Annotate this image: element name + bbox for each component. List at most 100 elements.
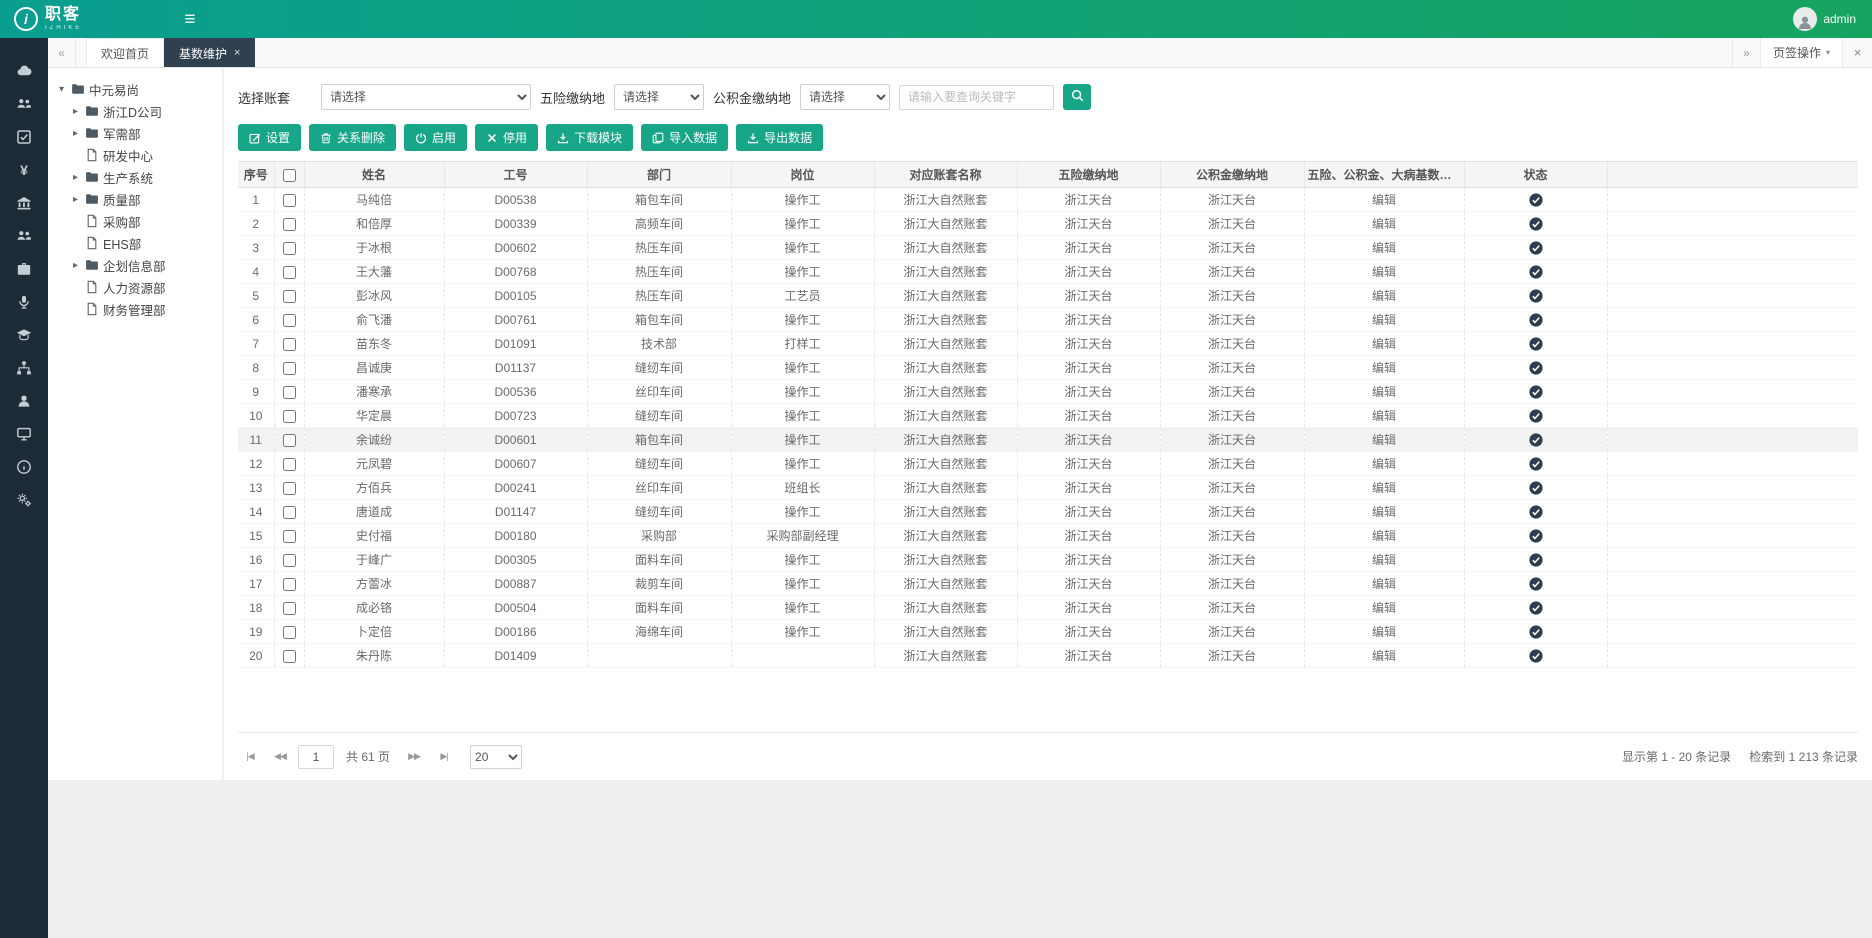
menu-toggle-icon[interactable]: ≡ <box>184 10 195 29</box>
row-checkbox[interactable] <box>283 434 296 447</box>
row-checkbox[interactable] <box>283 602 296 615</box>
edit-link[interactable]: 编辑 <box>1372 337 1396 351</box>
team-icon[interactable] <box>0 87 48 120</box>
row-checkbox[interactable] <box>283 650 296 663</box>
salary-icon[interactable]: ¥ <box>0 153 48 186</box>
check-circle-icon[interactable] <box>1529 408 1543 422</box>
table-row[interactable]: 19卜定倍D00186海绵车间操作工浙江大自然账套浙江天台浙江天台编辑 <box>238 620 1858 644</box>
edit-link[interactable]: 编辑 <box>1372 409 1396 423</box>
tab-operations-dropdown[interactable]: 页签操作 ▾ <box>1760 38 1842 67</box>
edit-link[interactable]: 编辑 <box>1372 241 1396 255</box>
edit-link[interactable]: 编辑 <box>1372 649 1396 663</box>
relation-delete-button[interactable]: 关系删除 <box>309 124 396 151</box>
edit-link[interactable]: 编辑 <box>1372 529 1396 543</box>
caret-right-icon[interactable]: ▸ <box>70 260 81 271</box>
info-icon[interactable] <box>0 450 48 483</box>
check-circle-icon[interactable] <box>1529 480 1543 494</box>
check-circle-icon[interactable] <box>1529 288 1543 302</box>
check-circle-icon[interactable] <box>1529 648 1543 662</box>
tasks-icon[interactable] <box>0 120 48 153</box>
tree-item[interactable]: 采购部 <box>70 210 214 232</box>
edit-link[interactable]: 编辑 <box>1372 601 1396 615</box>
tab-1[interactable]: 基数维护× <box>164 38 255 67</box>
check-circle-icon[interactable] <box>1529 456 1543 470</box>
tree-item[interactable]: 财务管理部 <box>70 298 214 320</box>
tree-item[interactable]: ▸浙江D公司 <box>70 100 214 122</box>
search-button[interactable] <box>1063 84 1091 110</box>
download-template-button[interactable]: 下载模块 <box>546 124 633 151</box>
tabs-scroll-left-icon[interactable]: « <box>48 38 76 67</box>
row-checkbox[interactable] <box>283 554 296 567</box>
row-checkbox[interactable] <box>283 410 296 423</box>
tabs-scroll-right-icon[interactable]: » <box>1732 38 1760 67</box>
last-page-button[interactable]: ▶| <box>432 745 456 769</box>
caret-right-icon[interactable]: ▸ <box>70 128 81 139</box>
row-checkbox[interactable] <box>283 242 296 255</box>
next-page-button[interactable]: ▶▶ <box>402 745 426 769</box>
monitor-icon[interactable] <box>0 417 48 450</box>
training-icon[interactable] <box>0 285 48 318</box>
tree-item[interactable]: 人力资源部 <box>70 276 214 298</box>
row-checkbox[interactable] <box>283 530 296 543</box>
edit-link[interactable]: 编辑 <box>1372 577 1396 591</box>
search-input[interactable] <box>899 85 1054 110</box>
caret-right-icon[interactable]: ▸ <box>70 172 81 183</box>
check-circle-icon[interactable] <box>1529 528 1543 542</box>
table-row[interactable]: 9潘寒承D00536丝印车间操作工浙江大自然账套浙江天台浙江天台编辑 <box>238 380 1858 404</box>
user-menu[interactable]: admin <box>1793 7 1872 31</box>
check-circle-icon[interactable] <box>1529 360 1543 374</box>
table-row[interactable]: 12元凤碧D00607缝纫车间操作工浙江大自然账套浙江天台浙江天台编辑 <box>238 452 1858 476</box>
edit-link[interactable]: 编辑 <box>1372 505 1396 519</box>
table-row[interactable]: 3于冰根D00602热压车间操作工浙江大自然账套浙江天台浙江天台编辑 <box>238 236 1858 260</box>
prev-page-button[interactable]: ◀◀ <box>268 745 292 769</box>
table-row[interactable]: 15史付福D00180采购部采购部副经理浙江大自然账套浙江天台浙江天台编辑 <box>238 524 1858 548</box>
check-circle-icon[interactable] <box>1529 552 1543 566</box>
close-tabs-icon[interactable]: × <box>1842 38 1872 67</box>
row-checkbox[interactable] <box>283 338 296 351</box>
edit-link[interactable]: 编辑 <box>1372 289 1396 303</box>
check-circle-icon[interactable] <box>1529 264 1543 278</box>
table-row[interactable]: 18成必铬D00504面料车间操作工浙江大自然账套浙江天台浙江天台编辑 <box>238 596 1858 620</box>
import-data-button[interactable]: 导入数据 <box>641 124 728 151</box>
tree-root[interactable]: ▾ 中元易尚 <box>56 78 214 100</box>
row-checkbox[interactable] <box>283 386 296 399</box>
check-circle-icon[interactable] <box>1529 384 1543 398</box>
tree-item[interactable]: 研发中心 <box>70 144 214 166</box>
edit-link[interactable]: 编辑 <box>1372 313 1396 327</box>
check-circle-icon[interactable] <box>1529 504 1543 518</box>
table-row[interactable]: 6俞飞潘D00761箱包车间操作工浙江大自然账套浙江天台浙江天台编辑 <box>238 308 1858 332</box>
edit-link[interactable]: 编辑 <box>1372 385 1396 399</box>
bank-icon[interactable] <box>0 186 48 219</box>
check-circle-icon[interactable] <box>1529 624 1543 638</box>
row-checkbox[interactable] <box>283 458 296 471</box>
disable-button[interactable]: 停用 <box>475 124 538 151</box>
tree-item[interactable]: ▸质量部 <box>70 188 214 210</box>
table-row[interactable]: 14唐道成D01147缝纫车间操作工浙江大自然账套浙江天台浙江天台编辑 <box>238 500 1858 524</box>
briefcase-icon[interactable] <box>0 252 48 285</box>
edit-link[interactable]: 编辑 <box>1372 553 1396 567</box>
table-row[interactable]: 8昌诚庚D01137缝纫车间操作工浙江大自然账套浙江天台浙江天台编辑 <box>238 356 1858 380</box>
table-row[interactable]: 20朱丹陈D01409浙江大自然账套浙江天台浙江天台编辑 <box>238 644 1858 668</box>
row-checkbox[interactable] <box>283 362 296 375</box>
check-circle-icon[interactable] <box>1529 576 1543 590</box>
check-circle-icon[interactable] <box>1529 336 1543 350</box>
table-row[interactable]: 2和倍厚D00339高频车间操作工浙江大自然账套浙江天台浙江天台编辑 <box>238 212 1858 236</box>
page-size-select[interactable]: 20 <box>470 745 522 769</box>
check-circle-icon[interactable] <box>1529 240 1543 254</box>
edit-link[interactable]: 编辑 <box>1372 625 1396 639</box>
account-select[interactable]: 请选择 <box>321 84 531 110</box>
table-row[interactable]: 5彭冰风D00105热压车间工艺员浙江大自然账套浙江天台浙江天台编辑 <box>238 284 1858 308</box>
row-checkbox[interactable] <box>283 506 296 519</box>
user-icon[interactable] <box>0 384 48 417</box>
caret-down-icon[interactable]: ▾ <box>56 84 67 95</box>
caret-right-icon[interactable]: ▸ <box>70 194 81 205</box>
edit-link[interactable]: 编辑 <box>1372 193 1396 207</box>
check-circle-icon[interactable] <box>1529 192 1543 206</box>
edit-link[interactable]: 编辑 <box>1372 217 1396 231</box>
check-circle-icon[interactable] <box>1529 312 1543 326</box>
row-checkbox[interactable] <box>283 626 296 639</box>
table-row[interactable]: 17方蕾冰D00887裁剪车间操作工浙江大自然账套浙江天台浙江天台编辑 <box>238 572 1858 596</box>
table-row[interactable]: 10华定晨D00723缝纫车间操作工浙江大自然账套浙江天台浙江天台编辑 <box>238 404 1858 428</box>
check-circle-icon[interactable] <box>1529 432 1543 446</box>
tree-item[interactable]: ▸军需部 <box>70 122 214 144</box>
